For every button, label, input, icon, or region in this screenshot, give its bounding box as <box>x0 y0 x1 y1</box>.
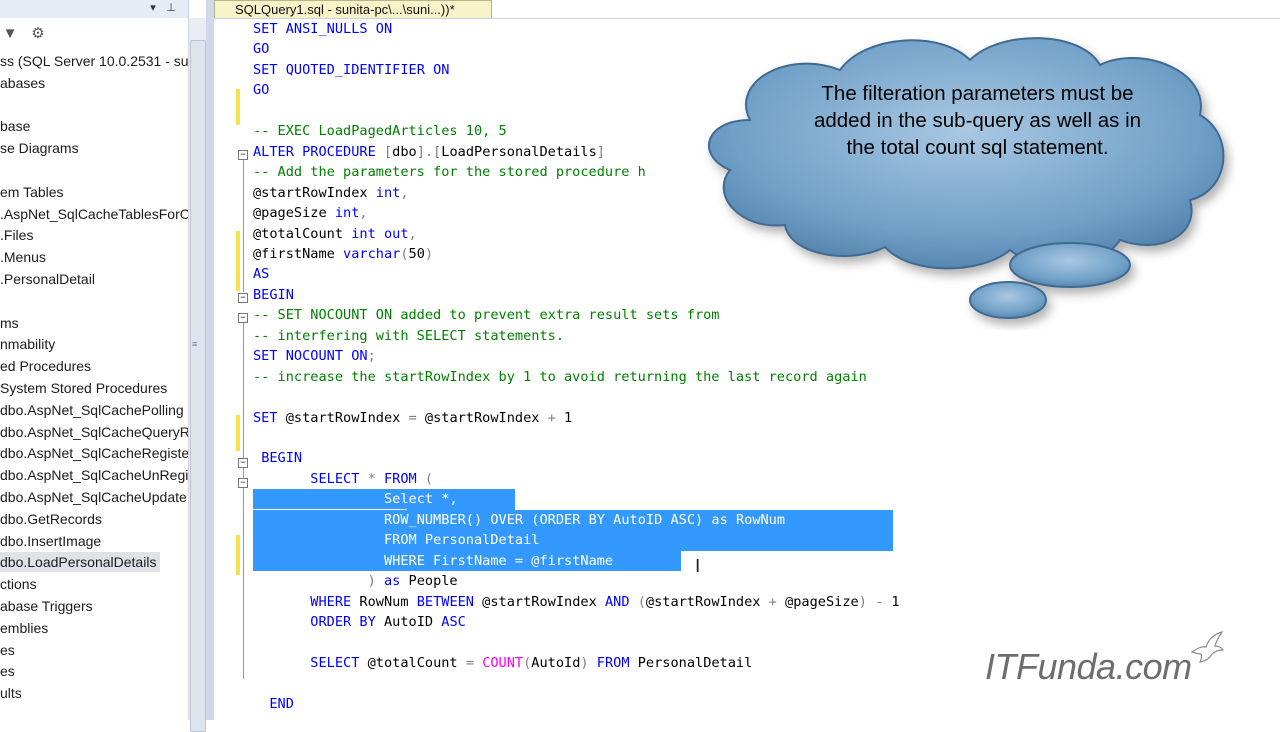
object-explorer: ▾ ⊥ ✕ ▼ ⚙ ss (SQL Server 10.0.2531 - sur… <box>0 0 189 720</box>
code-line[interactable]: -- SET NOCOUNT ON added to prevent extra… <box>253 305 720 325</box>
code-line[interactable]: @pageSize int, <box>253 203 368 223</box>
tree-item[interactable]: .Files <box>0 225 33 245</box>
code-line[interactable]: SELECT * FROM ( <box>253 469 433 489</box>
text-cursor-icon: I <box>695 556 701 577</box>
code-line[interactable]: ORDER BY AutoID ASC <box>253 612 466 632</box>
fold-guide <box>243 160 244 292</box>
tree-item[interactable]: ss (SQL Server 10.0.2531 - sur <box>0 51 188 71</box>
explorer-toolbar: ▼ ⚙ <box>0 22 188 46</box>
tree-item[interactable]: dbo.AspNet_SqlCacheRegiste <box>0 443 188 463</box>
code-line[interactable]: SET NOCOUNT ON; <box>253 346 376 366</box>
code-line[interactable]: BEGIN <box>253 285 294 305</box>
change-marker <box>236 89 240 125</box>
filter-icon[interactable]: ▼ <box>0 24 20 44</box>
code-line[interactable]: -- interfering with SELECT statements. <box>253 326 564 346</box>
tree-item[interactable]: nmability <box>0 334 55 354</box>
collapse-icon[interactable]: − <box>238 150 248 160</box>
code-line[interactable]: WHERE FirstName = @firstName <box>253 550 614 571</box>
tab-sqlquery1[interactable]: SQLQuery1.sql - sunita-pc\...\suni...))* <box>214 0 492 19</box>
fold-guide <box>243 323 244 679</box>
code-line[interactable]: SET @startRowIndex = @startRowIndex + 1 <box>253 408 572 428</box>
collapse-icon[interactable]: − <box>238 293 248 303</box>
code-line[interactable]: ) as People <box>253 571 458 591</box>
code-line[interactable]: -- increase the startRowIndex by 1 to av… <box>253 367 867 387</box>
code-line[interactable]: -- EXEC LoadPagedArticles 10, 5 <box>253 121 507 141</box>
dropdown-icon[interactable]: ▾ <box>146 1 160 15</box>
tree-item[interactable]: em Tables <box>0 182 64 202</box>
tree-item[interactable]: .AspNet_SqlCacheTablesForC <box>0 204 188 224</box>
tree-item[interactable]: dbo.LoadPersonalDetails <box>0 552 160 573</box>
tree-item[interactable]: dbo.GetRecords <box>0 509 102 529</box>
tree-item[interactable]: se Diagrams <box>0 138 79 158</box>
explorer-scrollbar[interactable]: ≡ <box>188 18 206 732</box>
code-line[interactable]: SET QUOTED_IDENTIFIER ON <box>253 60 449 80</box>
thought-cloud <box>708 37 1225 319</box>
tree-item[interactable]: ed Procedures <box>0 356 91 376</box>
code-line[interactable]: @totalCount int out, <box>253 224 417 244</box>
tree-item[interactable]: dbo.AspNet_SqlCacheUnRegi <box>0 465 188 485</box>
code-line[interactable]: END <box>253 694 294 714</box>
code-line[interactable]: SET ANSI_NULLS ON <box>253 19 392 39</box>
change-marker <box>236 231 240 291</box>
tree-item[interactable]: ms <box>0 313 19 333</box>
collapse-icon[interactable]: − <box>238 458 248 468</box>
code-line[interactable]: ALTER PROCEDURE [dbo].[LoadPersonalDetai… <box>253 142 605 162</box>
tree-item[interactable]: System Stored Procedures <box>0 378 167 398</box>
tree-item[interactable]: ctions <box>0 574 37 594</box>
filter-settings-icon[interactable]: ⚙ <box>28 24 48 44</box>
tree-item[interactable]: dbo.AspNet_SqlCacheQueryR <box>0 422 188 442</box>
code-line[interactable]: GO <box>253 39 269 59</box>
collapse-icon[interactable]: − <box>238 313 248 323</box>
tree-item[interactable]: es <box>0 661 15 681</box>
code-line[interactable]: AS <box>253 264 269 284</box>
scroll-grip-icon: ≡ <box>192 339 198 349</box>
tree-item[interactable]: dbo.InsertImage <box>0 531 101 551</box>
collapse-icon[interactable]: − <box>238 478 248 488</box>
code-line[interactable]: FROM PersonalDetail <box>253 530 540 551</box>
tree-item[interactable]: abase Triggers <box>0 596 93 616</box>
code-line[interactable]: GO <box>253 80 269 100</box>
code-line[interactable]: @firstName varchar(50) <box>253 244 433 264</box>
tree-item[interactable]: dbo.AspNet_SqlCacheUpdate <box>0 487 187 507</box>
tab-title: SQLQuery1.sql - sunita-pc\...\suni...))* <box>235 2 455 17</box>
pin-icon[interactable]: ⊥ <box>164 1 178 15</box>
code-line[interactable]: WHERE RowNum BETWEEN @startRowIndex AND … <box>253 592 899 612</box>
editor-gutter: − − − − − <box>214 19 248 721</box>
code-line[interactable]: ROW_NUMBER() OVER (ORDER BY AutoID ASC) … <box>253 509 786 530</box>
tree-item[interactable]: .PersonalDetail <box>0 269 95 289</box>
change-marker <box>236 535 240 575</box>
code-line[interactable]: @startRowIndex int, <box>253 183 409 203</box>
tree-item[interactable]: abases <box>0 73 45 93</box>
pane-splitter[interactable] <box>206 0 214 720</box>
tree-item[interactable]: emblies <box>0 618 48 638</box>
bird-logo-icon <box>1190 631 1224 663</box>
code-line[interactable]: -- Add the parameters for the stored pro… <box>253 162 646 182</box>
change-marker <box>236 415 240 451</box>
scrollbar-thumb[interactable] <box>190 40 206 732</box>
close-icon[interactable]: ✕ <box>184 1 188 15</box>
explorer-titlebar: ▾ ⊥ ✕ <box>0 0 188 18</box>
itfunda-logo: ITFunda.com <box>985 646 1192 687</box>
tree-item[interactable]: dbo.AspNet_SqlCachePolling <box>0 400 184 420</box>
callout-text: The filteration parameters must be added… <box>813 82 1142 159</box>
tree-item[interactable]: ults <box>0 683 22 703</box>
tree-item[interactable]: .Menus <box>0 247 46 267</box>
code-line[interactable]: SELECT @totalCount = COUNT(AutoId) FROM … <box>253 653 752 673</box>
code-line[interactable]: Select *, <box>253 489 458 510</box>
code-line[interactable]: BEGIN <box>253 448 302 468</box>
tree-item[interactable]: es <box>0 640 15 660</box>
tree-item[interactable]: base <box>0 116 30 136</box>
